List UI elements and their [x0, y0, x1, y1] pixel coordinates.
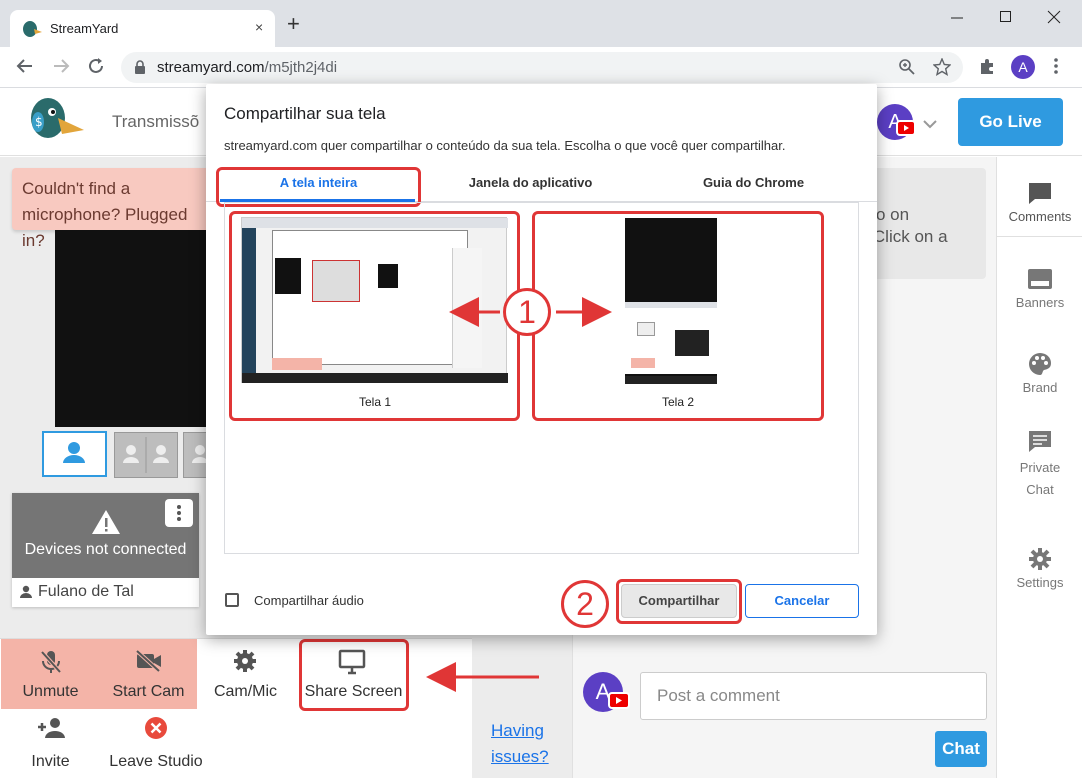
cancel-button[interactable]: Cancelar: [745, 584, 859, 618]
annotation-share-highlight: [616, 579, 742, 624]
annotation-arrows: [426, 297, 612, 692]
share-audio-label: Compartilhar áudio: [254, 593, 364, 608]
annotation-step-2: 2: [561, 580, 609, 628]
annotation-step-1: 1: [503, 288, 551, 336]
share-audio-checkbox[interactable]: [225, 593, 239, 607]
